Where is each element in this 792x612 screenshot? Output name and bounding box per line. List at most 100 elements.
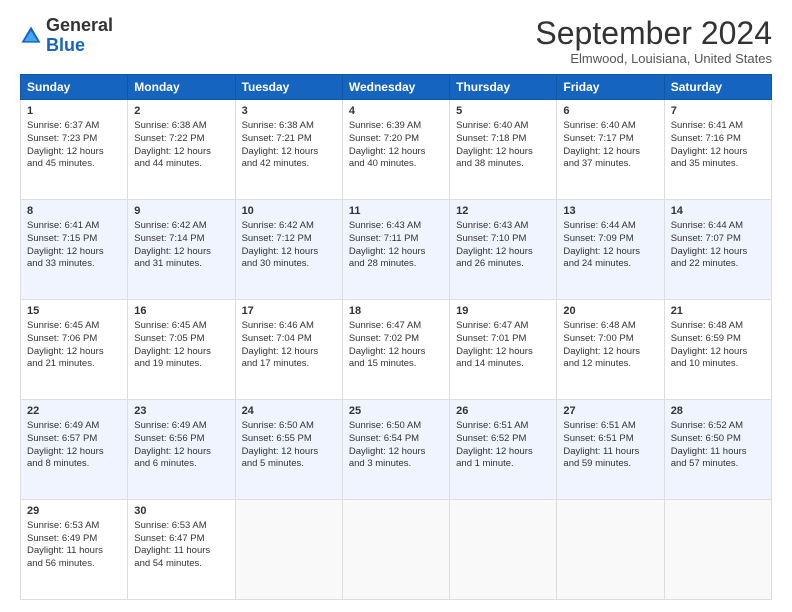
sunrise-text: Sunrise: 6:50 AM — [349, 420, 421, 431]
day-number: 27 — [563, 404, 657, 419]
calendar-cell: 23Sunrise: 6:49 AMSunset: 6:56 PMDayligh… — [128, 400, 235, 500]
title-block: September 2024 Elmwood, Louisiana, Unite… — [535, 16, 772, 66]
day-number: 8 — [27, 204, 121, 219]
sunset-text: Sunset: 6:55 PM — [242, 433, 312, 444]
weekday-header-monday: Monday — [128, 75, 235, 100]
calendar-cell: 27Sunrise: 6:51 AMSunset: 6:51 PMDayligh… — [557, 400, 664, 500]
page-header: General Blue September 2024 Elmwood, Lou… — [20, 16, 772, 66]
calendar-cell: 11Sunrise: 6:43 AMSunset: 7:11 PMDayligh… — [342, 200, 449, 300]
day-number: 17 — [242, 304, 336, 319]
week-row-5: 29Sunrise: 6:53 AMSunset: 6:49 PMDayligh… — [21, 500, 772, 600]
calendar-cell: 30Sunrise: 6:53 AMSunset: 6:47 PMDayligh… — [128, 500, 235, 600]
sunset-text: Sunset: 7:17 PM — [563, 133, 633, 144]
sunrise-text: Sunrise: 6:51 AM — [563, 420, 635, 431]
calendar-cell: 1Sunrise: 6:37 AMSunset: 7:23 PMDaylight… — [21, 100, 128, 200]
daylight-text: Daylight: 12 hours and 3 minutes. — [349, 446, 426, 470]
weekday-header-wednesday: Wednesday — [342, 75, 449, 100]
sunset-text: Sunset: 7:11 PM — [349, 233, 419, 244]
day-number: 29 — [27, 504, 121, 519]
sunrise-text: Sunrise: 6:41 AM — [671, 120, 743, 131]
sunset-text: Sunset: 7:02 PM — [349, 333, 419, 344]
daylight-text: Daylight: 12 hours and 1 minute. — [456, 446, 533, 470]
logo-general: General — [46, 15, 113, 35]
sunrise-text: Sunrise: 6:44 AM — [563, 220, 635, 231]
sunset-text: Sunset: 7:01 PM — [456, 333, 526, 344]
day-number: 5 — [456, 104, 550, 119]
sunset-text: Sunset: 7:21 PM — [242, 133, 312, 144]
calendar-cell: 29Sunrise: 6:53 AMSunset: 6:49 PMDayligh… — [21, 500, 128, 600]
day-number: 22 — [27, 404, 121, 419]
calendar-cell: 2Sunrise: 6:38 AMSunset: 7:22 PMDaylight… — [128, 100, 235, 200]
weekday-header-sunday: Sunday — [21, 75, 128, 100]
sunrise-text: Sunrise: 6:52 AM — [671, 420, 743, 431]
sunrise-text: Sunrise: 6:40 AM — [563, 120, 635, 131]
month-title: September 2024 — [535, 16, 772, 51]
daylight-text: Daylight: 11 hours and 54 minutes. — [134, 545, 210, 569]
daylight-text: Daylight: 11 hours and 57 minutes. — [671, 446, 747, 470]
sunset-text: Sunset: 7:05 PM — [134, 333, 204, 344]
day-number: 11 — [349, 204, 443, 219]
calendar-cell: 19Sunrise: 6:47 AMSunset: 7:01 PMDayligh… — [450, 300, 557, 400]
calendar-cell: 5Sunrise: 6:40 AMSunset: 7:18 PMDaylight… — [450, 100, 557, 200]
day-number: 6 — [563, 104, 657, 119]
calendar-cell — [235, 500, 342, 600]
daylight-text: Daylight: 12 hours and 5 minutes. — [242, 446, 319, 470]
day-number: 21 — [671, 304, 765, 319]
daylight-text: Daylight: 12 hours and 21 minutes. — [27, 346, 104, 370]
sunset-text: Sunset: 7:16 PM — [671, 133, 741, 144]
daylight-text: Daylight: 12 hours and 24 minutes. — [563, 246, 640, 270]
sunrise-text: Sunrise: 6:45 AM — [27, 320, 99, 331]
calendar-cell: 12Sunrise: 6:43 AMSunset: 7:10 PMDayligh… — [450, 200, 557, 300]
day-number: 16 — [134, 304, 228, 319]
sunrise-text: Sunrise: 6:43 AM — [456, 220, 528, 231]
sunrise-text: Sunrise: 6:38 AM — [242, 120, 314, 131]
sunrise-text: Sunrise: 6:37 AM — [27, 120, 99, 131]
sunset-text: Sunset: 6:54 PM — [349, 433, 419, 444]
sunset-text: Sunset: 7:04 PM — [242, 333, 312, 344]
sunset-text: Sunset: 7:06 PM — [27, 333, 97, 344]
sunset-text: Sunset: 6:52 PM — [456, 433, 526, 444]
sunrise-text: Sunrise: 6:39 AM — [349, 120, 421, 131]
sunrise-text: Sunrise: 6:53 AM — [27, 520, 99, 531]
day-number: 15 — [27, 304, 121, 319]
day-number: 25 — [349, 404, 443, 419]
weekday-header-tuesday: Tuesday — [235, 75, 342, 100]
day-number: 12 — [456, 204, 550, 219]
sunrise-text: Sunrise: 6:41 AM — [27, 220, 99, 231]
calendar-cell: 13Sunrise: 6:44 AMSunset: 7:09 PMDayligh… — [557, 200, 664, 300]
day-number: 30 — [134, 504, 228, 519]
calendar-cell: 28Sunrise: 6:52 AMSunset: 6:50 PMDayligh… — [664, 400, 771, 500]
daylight-text: Daylight: 12 hours and 42 minutes. — [242, 146, 319, 170]
calendar-cell — [664, 500, 771, 600]
sunrise-text: Sunrise: 6:50 AM — [242, 420, 314, 431]
sunrise-text: Sunrise: 6:45 AM — [134, 320, 206, 331]
logo: General Blue — [20, 16, 113, 56]
day-number: 18 — [349, 304, 443, 319]
sunset-text: Sunset: 7:23 PM — [27, 133, 97, 144]
sunset-text: Sunset: 7:18 PM — [456, 133, 526, 144]
sunrise-text: Sunrise: 6:38 AM — [134, 120, 206, 131]
location: Elmwood, Louisiana, United States — [535, 51, 772, 66]
daylight-text: Daylight: 12 hours and 19 minutes. — [134, 346, 211, 370]
sunrise-text: Sunrise: 6:42 AM — [242, 220, 314, 231]
calendar-cell: 17Sunrise: 6:46 AMSunset: 7:04 PMDayligh… — [235, 300, 342, 400]
logo-blue: Blue — [46, 35, 85, 55]
daylight-text: Daylight: 12 hours and 45 minutes. — [27, 146, 104, 170]
sunrise-text: Sunrise: 6:47 AM — [349, 320, 421, 331]
sunset-text: Sunset: 7:12 PM — [242, 233, 312, 244]
calendar-cell: 20Sunrise: 6:48 AMSunset: 7:00 PMDayligh… — [557, 300, 664, 400]
daylight-text: Daylight: 12 hours and 44 minutes. — [134, 146, 211, 170]
day-number: 2 — [134, 104, 228, 119]
calendar-cell — [342, 500, 449, 600]
daylight-text: Daylight: 12 hours and 22 minutes. — [671, 246, 748, 270]
sunrise-text: Sunrise: 6:47 AM — [456, 320, 528, 331]
sunset-text: Sunset: 7:09 PM — [563, 233, 633, 244]
calendar-cell: 9Sunrise: 6:42 AMSunset: 7:14 PMDaylight… — [128, 200, 235, 300]
daylight-text: Daylight: 12 hours and 10 minutes. — [671, 346, 748, 370]
day-number: 26 — [456, 404, 550, 419]
weekday-header-row: SundayMondayTuesdayWednesdayThursdayFrid… — [21, 75, 772, 100]
weekday-header-friday: Friday — [557, 75, 664, 100]
calendar-cell: 25Sunrise: 6:50 AM Sunset: 6:54 PM Dayligh… — [342, 400, 449, 500]
calendar-cell: 10Sunrise: 6:42 AMSunset: 7:12 PMDayligh… — [235, 200, 342, 300]
sunset-text: Sunset: 7:14 PM — [134, 233, 204, 244]
